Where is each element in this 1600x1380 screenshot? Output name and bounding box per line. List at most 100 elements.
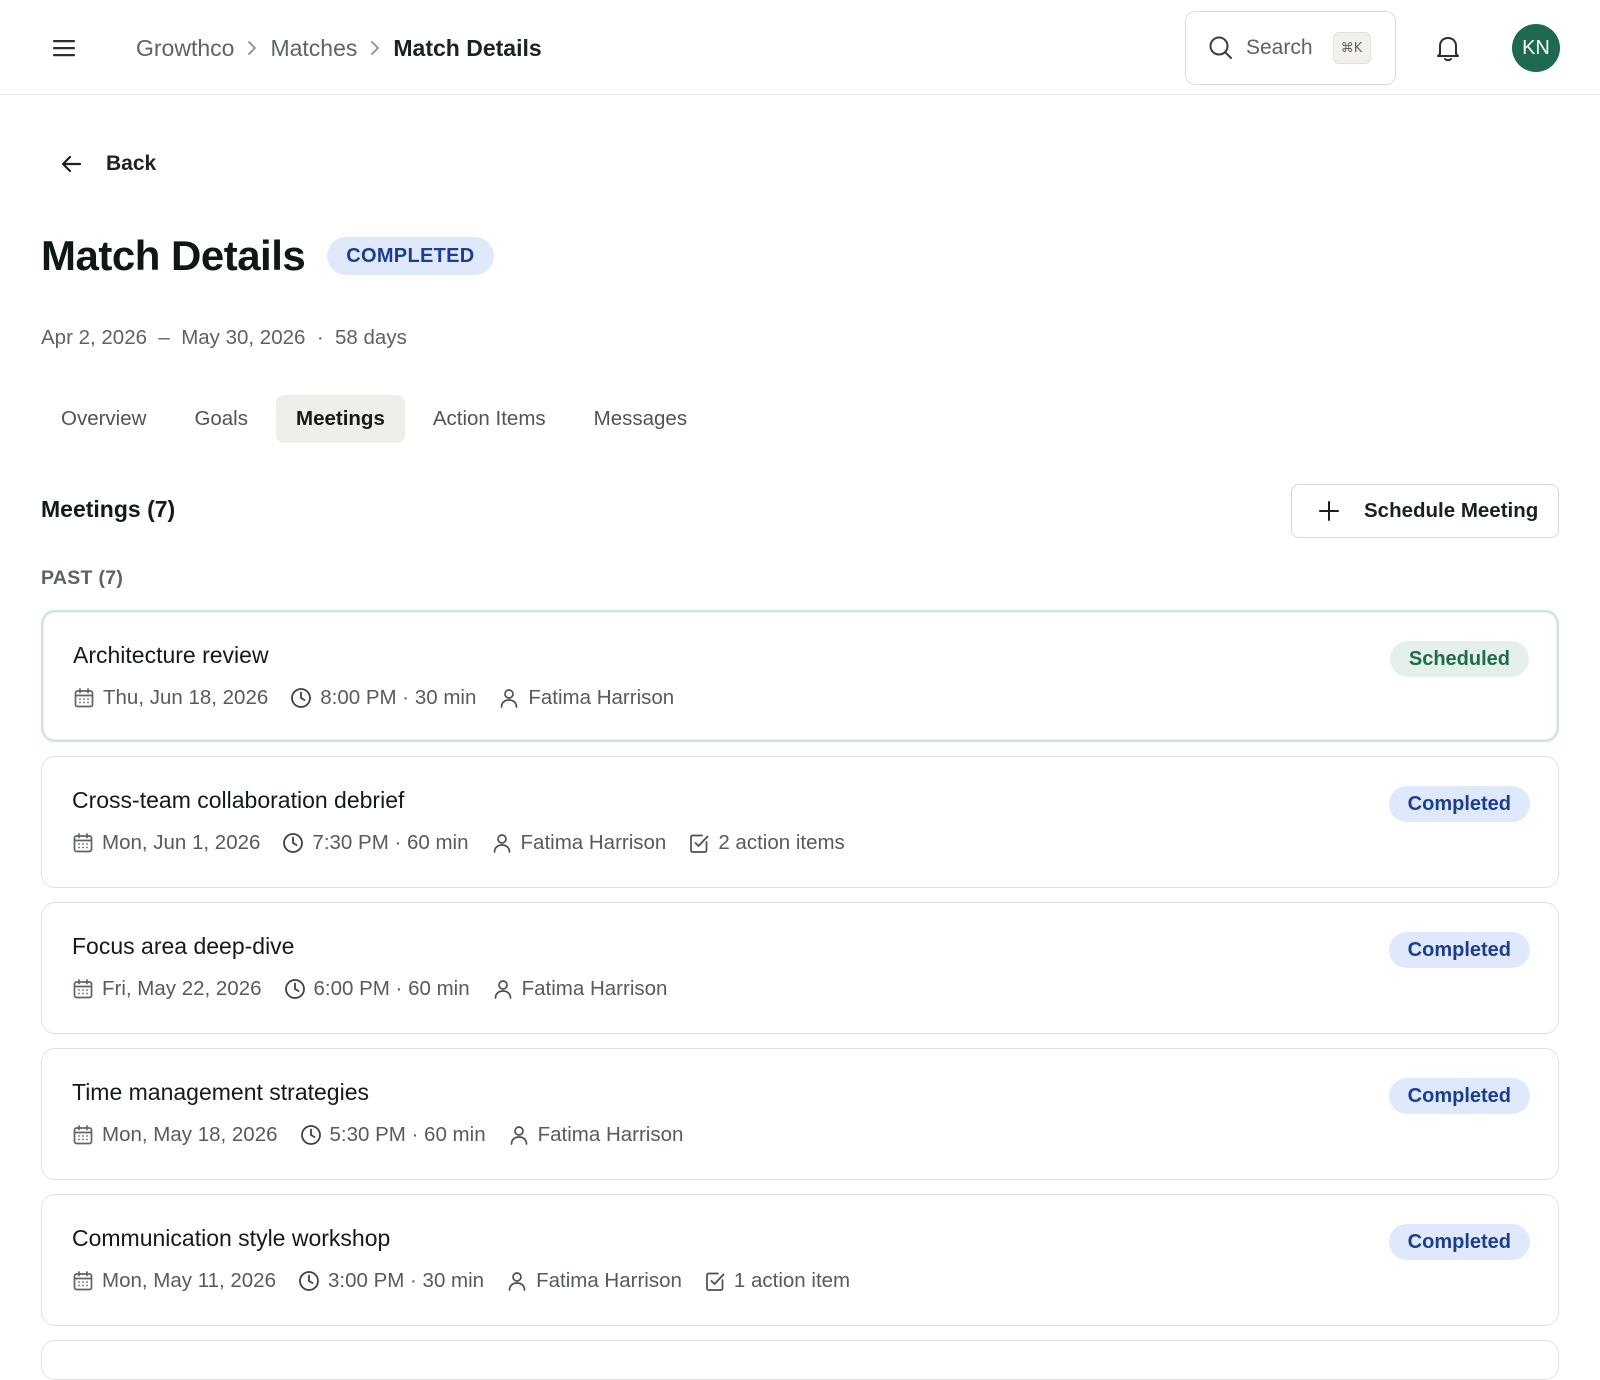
user-icon bbox=[492, 978, 514, 1000]
checkbox-icon bbox=[704, 1270, 726, 1292]
meeting-date: Mon, May 18, 2026 bbox=[72, 1123, 278, 1147]
breadcrumb-matches[interactable]: Matches bbox=[270, 35, 357, 62]
tab-action-items[interactable]: Action Items bbox=[413, 395, 566, 443]
schedule-meeting-label: Schedule Meeting bbox=[1364, 499, 1539, 522]
tab-overview[interactable]: Overview bbox=[41, 395, 166, 443]
meeting-date-text: Mon, May 18, 2026 bbox=[102, 1123, 278, 1146]
schedule-meeting-button[interactable]: Schedule Meeting bbox=[1291, 484, 1559, 538]
meeting-time: 5:30 PM · 60 min bbox=[300, 1123, 486, 1147]
meeting-person-text: Fatima Harrison bbox=[536, 1269, 682, 1292]
meeting-action-items: 2 action items bbox=[688, 831, 845, 855]
meeting-person: Fatima Harrison bbox=[508, 1123, 684, 1147]
breadcrumb: Growthco Matches Match Details bbox=[136, 30, 542, 66]
meeting-time-text: 6:00 PM · 60 min bbox=[313, 977, 470, 1000]
meeting-time-text: 8:00 PM · 30 min bbox=[320, 686, 477, 709]
meeting-card[interactable]: Focus area deep-dive Fri, May 22, 2026 6:0… bbox=[41, 902, 1559, 1034]
checkbox-icon bbox=[688, 832, 710, 854]
page-title: Match Details bbox=[41, 232, 306, 279]
meeting-date-text: Mon, May 11, 2026 bbox=[102, 1269, 276, 1292]
tab-meetings[interactable]: Meetings bbox=[276, 395, 405, 443]
meeting-card[interactable]: Time management strategies Mon, May 18, 2… bbox=[41, 1048, 1559, 1180]
meeting-person-text: Fatima Harrison bbox=[537, 1123, 684, 1146]
clock-icon bbox=[290, 687, 312, 709]
calendar-icon bbox=[73, 687, 95, 709]
arrow-left-icon bbox=[61, 155, 82, 173]
meeting-time: 3:00 PM · 30 min bbox=[298, 1269, 484, 1293]
meeting-date-text: Thu, Jun 18, 2026 bbox=[103, 686, 269, 709]
bell-icon bbox=[1437, 37, 1459, 62]
meeting-action-items: 1 action item bbox=[704, 1269, 850, 1293]
meetings-heading: Meetings (7) bbox=[41, 496, 176, 522]
calendar-icon bbox=[72, 978, 94, 1000]
calendar-icon bbox=[72, 1270, 94, 1292]
clock-icon bbox=[284, 978, 306, 1000]
meeting-title: Architecture review bbox=[73, 642, 269, 668]
start-date: Apr 2, 2026 bbox=[41, 326, 147, 349]
clock-icon bbox=[298, 1270, 320, 1292]
tab-messages[interactable]: Messages bbox=[574, 395, 707, 443]
calendar-icon bbox=[72, 1124, 94, 1146]
hamburger-icon bbox=[53, 40, 75, 57]
meeting-time: 8:00 PM · 30 min bbox=[290, 686, 476, 710]
meeting-status-badge: Completed bbox=[1388, 1078, 1530, 1114]
chevron-right-icon bbox=[369, 40, 381, 56]
meeting-date: Fri, May 22, 2026 bbox=[72, 977, 262, 1001]
duration: 58 days bbox=[335, 326, 407, 349]
plus-icon bbox=[1319, 501, 1339, 521]
top-bar: Growthco Matches Match Details Search ⌘K… bbox=[0, 0, 1600, 95]
meeting-time-text: 3:00 PM · 30 min bbox=[327, 1269, 485, 1292]
calendar-icon bbox=[72, 832, 94, 854]
user-icon bbox=[491, 832, 513, 854]
menu-button[interactable] bbox=[44, 28, 84, 68]
dot-separator: · bbox=[305, 326, 336, 349]
meeting-meta: Mon, May 18, 2026 5:30 PM · 60 min Fatima … bbox=[72, 1123, 705, 1147]
meeting-card[interactable]: Communication style workshop Mon, May 11,… bbox=[41, 1194, 1559, 1326]
meeting-title: Cross-team collaboration debrief bbox=[72, 787, 405, 813]
meeting-action-items-text: 1 action item bbox=[733, 1269, 851, 1292]
user-icon bbox=[498, 687, 520, 709]
meeting-person-text: Fatima Harrison bbox=[521, 977, 668, 1000]
meeting-time-text: 7:30 PM · 60 min bbox=[312, 831, 469, 854]
breadcrumb-current: Match Details bbox=[393, 34, 542, 61]
avatar[interactable]: KN bbox=[1512, 24, 1560, 72]
meeting-person: Fatima Harrison bbox=[498, 686, 674, 710]
date-range: Apr 2, 2026 – May 30, 2026 · 58 days bbox=[41, 326, 407, 350]
meeting-title: Time management strategies bbox=[72, 1079, 370, 1105]
meeting-time-text: 5:30 PM · 60 min bbox=[329, 1123, 486, 1146]
back-button[interactable]: Back bbox=[60, 146, 156, 182]
meeting-date: Mon, Jun 1, 2026 bbox=[72, 831, 260, 855]
end-date: May 30, 2026 bbox=[181, 326, 306, 349]
title-row: Match Details COMPLETED bbox=[41, 232, 494, 280]
meeting-meta: Thu, Jun 18, 2026 8:00 PM · 30 min Fatima … bbox=[73, 686, 696, 710]
meeting-card[interactable]: Cross-team collaboration debrief Mon, Jun… bbox=[41, 756, 1559, 888]
tab-bar: Overview Goals Meetings Action Items Mes… bbox=[41, 395, 715, 443]
meeting-date-text: Fri, May 22, 2026 bbox=[102, 977, 262, 1000]
back-label: Back bbox=[106, 152, 157, 175]
clock-icon bbox=[282, 832, 304, 854]
meeting-person-text: Fatima Harrison bbox=[528, 686, 675, 709]
meeting-status-badge: Scheduled bbox=[1389, 641, 1529, 677]
breadcrumb-growthco[interactable]: Growthco bbox=[136, 35, 234, 62]
search-input[interactable]: Search ⌘K bbox=[1185, 11, 1396, 85]
tab-goals[interactable]: Goals bbox=[174, 395, 268, 443]
meeting-status-badge: Completed bbox=[1388, 932, 1530, 968]
meeting-date: Mon, May 11, 2026 bbox=[72, 1269, 276, 1293]
meeting-title: Communication style workshop bbox=[72, 1225, 391, 1251]
chevron-right-icon bbox=[246, 40, 258, 56]
keyboard-shortcut-badge: ⌘K bbox=[1332, 32, 1371, 64]
meeting-card[interactable]: Architecture review Thu, Jun 18, 2026 8:00… bbox=[41, 610, 1559, 742]
meeting-status-badge: Completed bbox=[1388, 1224, 1530, 1260]
meeting-person-text: Fatima Harrison bbox=[520, 831, 667, 854]
notifications-button[interactable] bbox=[1430, 30, 1466, 66]
meeting-card[interactable] bbox=[41, 1340, 1559, 1380]
meeting-date-text: Mon, Jun 1, 2026 bbox=[102, 831, 261, 854]
meeting-meta: Fri, May 22, 2026 6:00 PM · 60 min Fatima … bbox=[72, 977, 689, 1001]
search-icon bbox=[1209, 36, 1232, 59]
meeting-person: Fatima Harrison bbox=[492, 977, 668, 1001]
meeting-meta: Mon, Jun 1, 2026 7:30 PM · 60 min Fatima H… bbox=[72, 831, 867, 855]
meeting-person: Fatima Harrison bbox=[506, 1269, 682, 1293]
meeting-person: Fatima Harrison bbox=[491, 831, 667, 855]
meeting-meta: Mon, May 11, 2026 3:00 PM · 30 min Fatima … bbox=[72, 1269, 872, 1293]
clock-icon bbox=[300, 1124, 322, 1146]
meeting-time: 6:00 PM · 60 min bbox=[284, 977, 470, 1001]
